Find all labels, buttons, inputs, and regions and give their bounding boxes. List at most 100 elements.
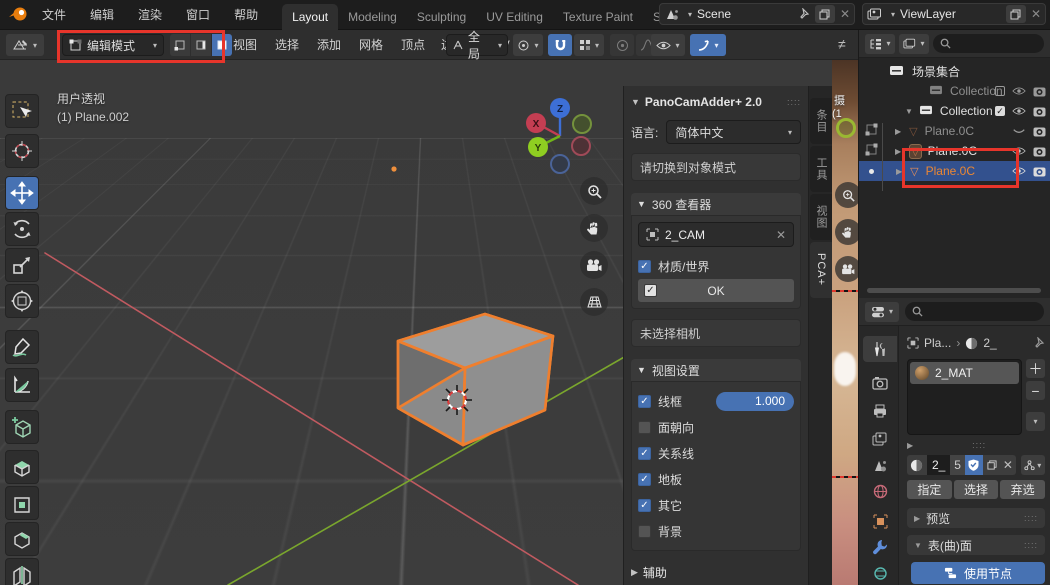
- strip-proportional-icon[interactable]: ≠: [838, 36, 846, 52]
- pin-icon[interactable]: [799, 8, 810, 20]
- properties-editor-type-button[interactable]: ▾: [865, 302, 899, 322]
- material-slot-row[interactable]: 2_MAT: [910, 362, 1019, 384]
- menu-vertex[interactable]: 顶点: [392, 36, 434, 53]
- sidebar-tab-item[interactable]: 条目: [810, 98, 832, 144]
- slot-specials-button[interactable]: ▾: [1026, 412, 1045, 431]
- ok-button[interactable]: ✓ OK: [638, 279, 794, 302]
- camera-view-button[interactable]: [580, 251, 608, 279]
- fake-user-shield-button[interactable]: [965, 455, 983, 475]
- show-gizmo-button[interactable]: ▾: [690, 34, 726, 56]
- pin-icon[interactable]: [1034, 337, 1045, 349]
- strip-zoom-button[interactable]: [835, 182, 858, 208]
- tool-loop-cut[interactable]: [5, 558, 39, 585]
- tool-bevel[interactable]: [5, 522, 39, 556]
- pca-panel-header[interactable]: ▼PanoCamAdder+ 2.0::::: [631, 91, 801, 113]
- remove-slot-button[interactable]: −: [1026, 381, 1045, 400]
- eye-icon[interactable]: [1012, 86, 1026, 96]
- new-viewlayer-button[interactable]: [1006, 5, 1026, 23]
- tab-view-layer[interactable]: [863, 426, 897, 452]
- close-viewlayer-icon[interactable]: ✕: [1031, 7, 1041, 21]
- breadcrumb-object[interactable]: Pla...: [924, 336, 951, 350]
- expand-icon[interactable]: ▶: [907, 441, 913, 450]
- navigation-gizmo[interactable]: Z X Y: [518, 94, 602, 178]
- menu-edit[interactable]: 编辑: [78, 0, 126, 29]
- collection-row[interactable]: Collection: [859, 81, 1050, 101]
- tab-object[interactable]: [863, 508, 897, 534]
- strip-pan-button[interactable]: [835, 219, 858, 245]
- sidebar-tab-tool[interactable]: 工具: [810, 146, 832, 192]
- zoom-button[interactable]: [580, 177, 608, 205]
- new-scene-button[interactable]: [815, 5, 835, 23]
- relationship-lines-checkbox[interactable]: ✓: [638, 447, 651, 460]
- scene-collection-row[interactable]: 场景集合: [859, 61, 1050, 81]
- breadcrumb-material[interactable]: 2_: [983, 336, 1029, 350]
- outliner-display-mode-button[interactable]: ▾: [865, 34, 895, 54]
- transform-orientation-dropdown[interactable]: 全局▾: [446, 34, 508, 56]
- assign-button[interactable]: 指定: [907, 480, 952, 499]
- eye-closed-icon[interactable]: [1012, 126, 1026, 136]
- camera-field[interactable]: 2_CAM ✕: [638, 222, 794, 247]
- camera-clear-icon[interactable]: ✕: [776, 228, 786, 242]
- outliner-scrollbar[interactable]: [867, 288, 1041, 293]
- viewer-section-header[interactable]: ▼360 查看器: [631, 193, 801, 215]
- snap-with-button[interactable]: ▾: [574, 34, 604, 56]
- tool-extrude-region[interactable]: [5, 450, 39, 484]
- surface-panel-header[interactable]: ▼表(曲)面::::: [907, 535, 1045, 555]
- plane-row-hidden[interactable]: ▶ ▽ Plane.0C: [859, 121, 1050, 141]
- tab-physics[interactable]: [863, 560, 897, 585]
- tab-world[interactable]: [863, 478, 897, 504]
- workspace-tab-modeling[interactable]: Modeling: [338, 4, 407, 30]
- workspace-tab-texture-paint[interactable]: Texture Paint: [553, 4, 643, 30]
- proportional-editing-toggle[interactable]: [610, 34, 634, 56]
- tool-annotate[interactable]: [5, 330, 39, 364]
- tool-transform[interactable]: [5, 284, 39, 318]
- scene-selector[interactable]: ▾ Scene ✕: [659, 3, 855, 25]
- users-count-button[interactable]: 5: [950, 455, 965, 475]
- exclude-checkbox-checked[interactable]: ✓: [995, 106, 1005, 116]
- workspace-tab-sculpting[interactable]: Sculpting: [407, 4, 476, 30]
- tab-render[interactable]: [863, 370, 897, 396]
- language-dropdown[interactable]: 简体中文▾: [666, 120, 801, 144]
- tool-inset-faces[interactable]: [5, 486, 39, 520]
- others-checkbox[interactable]: ✓: [638, 499, 651, 512]
- menu-help[interactable]: 帮助: [222, 0, 270, 29]
- material-world-checkbox[interactable]: ✓: [638, 260, 651, 273]
- close-scene-icon[interactable]: ✕: [840, 7, 850, 21]
- menu-window[interactable]: 窗口: [174, 0, 222, 29]
- ok-checkbox[interactable]: ✓: [644, 284, 657, 297]
- menu-select[interactable]: 选择: [266, 36, 308, 53]
- show-visibility-button[interactable]: ▾: [651, 34, 685, 56]
- sidebar-tab-view[interactable]: 视图: [810, 194, 832, 240]
- wireframe-slider[interactable]: 1.000: [716, 392, 794, 411]
- tab-modifiers[interactable]: [863, 534, 897, 560]
- snap-toggle[interactable]: [548, 34, 572, 56]
- tab-output[interactable]: [863, 398, 897, 424]
- camera-visibility-icon[interactable]: [1033, 106, 1046, 117]
- preview-panel-header[interactable]: ▶预览::::: [907, 508, 1045, 528]
- camera-visibility-icon[interactable]: [1033, 166, 1046, 177]
- tool-scale[interactable]: [5, 248, 39, 282]
- view-settings-header[interactable]: ▼视图设置: [631, 359, 801, 381]
- tool-select-box[interactable]: [5, 94, 39, 128]
- outliner-search[interactable]: [933, 34, 1044, 53]
- select-button[interactable]: 选择: [954, 480, 999, 499]
- collection2-row[interactable]: ▼ Collection 2 ✓: [859, 101, 1050, 121]
- expand-icon[interactable]: ▼: [905, 107, 913, 116]
- copy-material-button[interactable]: [983, 455, 1000, 475]
- strip-gizmo-y-ball[interactable]: [836, 118, 856, 138]
- face-orientation-checkbox[interactable]: [638, 421, 651, 434]
- menu-render[interactable]: 渲染: [126, 0, 174, 29]
- strip-camera-button[interactable]: [835, 256, 858, 282]
- unlink-material-button[interactable]: ✕: [1000, 455, 1015, 475]
- tab-tool[interactable]: [863, 336, 897, 362]
- workspace-tab-uv-editing[interactable]: UV Editing: [476, 4, 553, 30]
- material-world-row[interactable]: ✓ 材质/世界: [638, 253, 794, 279]
- pan-button[interactable]: [580, 214, 608, 242]
- material-slots-list[interactable]: 2_MAT: [907, 359, 1022, 435]
- menu-view[interactable]: 视图: [224, 36, 266, 53]
- blender-logo-icon[interactable]: [8, 5, 28, 26]
- menu-mesh[interactable]: 网格: [350, 36, 392, 53]
- material-name-field[interactable]: 2_: [927, 455, 950, 475]
- exclude-checkbox[interactable]: [995, 86, 1005, 96]
- perspective-toggle-button[interactable]: [580, 288, 608, 316]
